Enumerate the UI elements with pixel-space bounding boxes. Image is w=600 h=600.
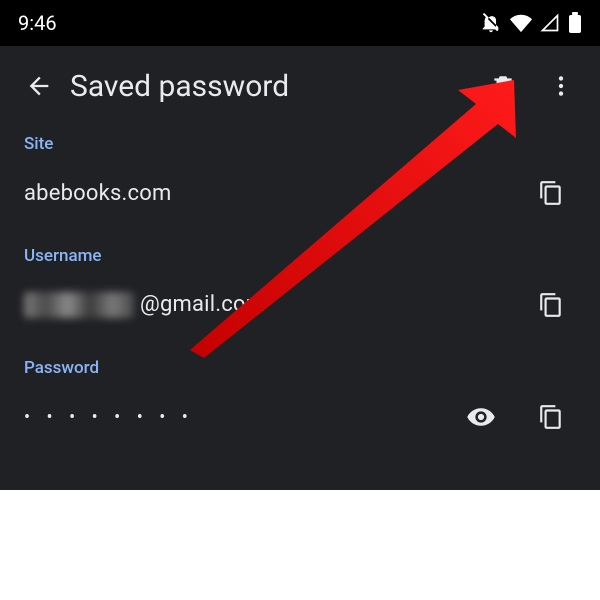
site-value: abebooks.com (24, 181, 172, 206)
eye-icon (466, 402, 496, 432)
arrow-back-icon (25, 72, 53, 100)
username-value: @gmail.com (24, 292, 265, 318)
show-password-button[interactable] (456, 392, 506, 442)
copy-icon (538, 292, 564, 318)
screenshot-frame: 9:46 Save (0, 0, 600, 490)
trash-icon (490, 73, 516, 99)
username-suffix: @gmail.com (140, 292, 265, 317)
username-label: Username (24, 246, 576, 266)
status-icons (480, 12, 582, 34)
password-label: Password (24, 358, 576, 378)
phone-shell: 9:46 Save (0, 0, 600, 490)
page-title: Saved password (64, 69, 478, 104)
site-label: Site (24, 134, 576, 154)
back-button[interactable] (14, 61, 64, 111)
field-site: Site abebooks.com (24, 134, 576, 218)
content-area: Site abebooks.com Username (0, 126, 600, 442)
more-vert-icon (548, 73, 574, 99)
copy-site-button[interactable] (526, 168, 576, 218)
app-screen: Saved password Site abebooks.com (0, 46, 600, 490)
wifi-icon (510, 12, 532, 34)
copy-icon (538, 180, 564, 206)
more-button[interactable] (536, 61, 586, 111)
field-password: Password • • • • • • • • (24, 358, 576, 442)
dnd-off-icon (480, 12, 502, 34)
signal-icon (540, 13, 560, 33)
password-value-masked: • • • • • • • • (24, 407, 194, 428)
copy-password-button[interactable] (526, 392, 576, 442)
appbar-actions (478, 61, 586, 111)
battery-icon (568, 12, 582, 34)
copy-icon (538, 404, 564, 430)
status-bar: 9:46 (0, 0, 600, 46)
delete-button[interactable] (478, 61, 528, 111)
field-username: Username @gmail.com (24, 246, 576, 330)
copy-username-button[interactable] (526, 280, 576, 330)
redacted-username-prefix (24, 292, 134, 318)
app-bar: Saved password (0, 46, 600, 126)
status-time: 9:46 (18, 11, 57, 35)
